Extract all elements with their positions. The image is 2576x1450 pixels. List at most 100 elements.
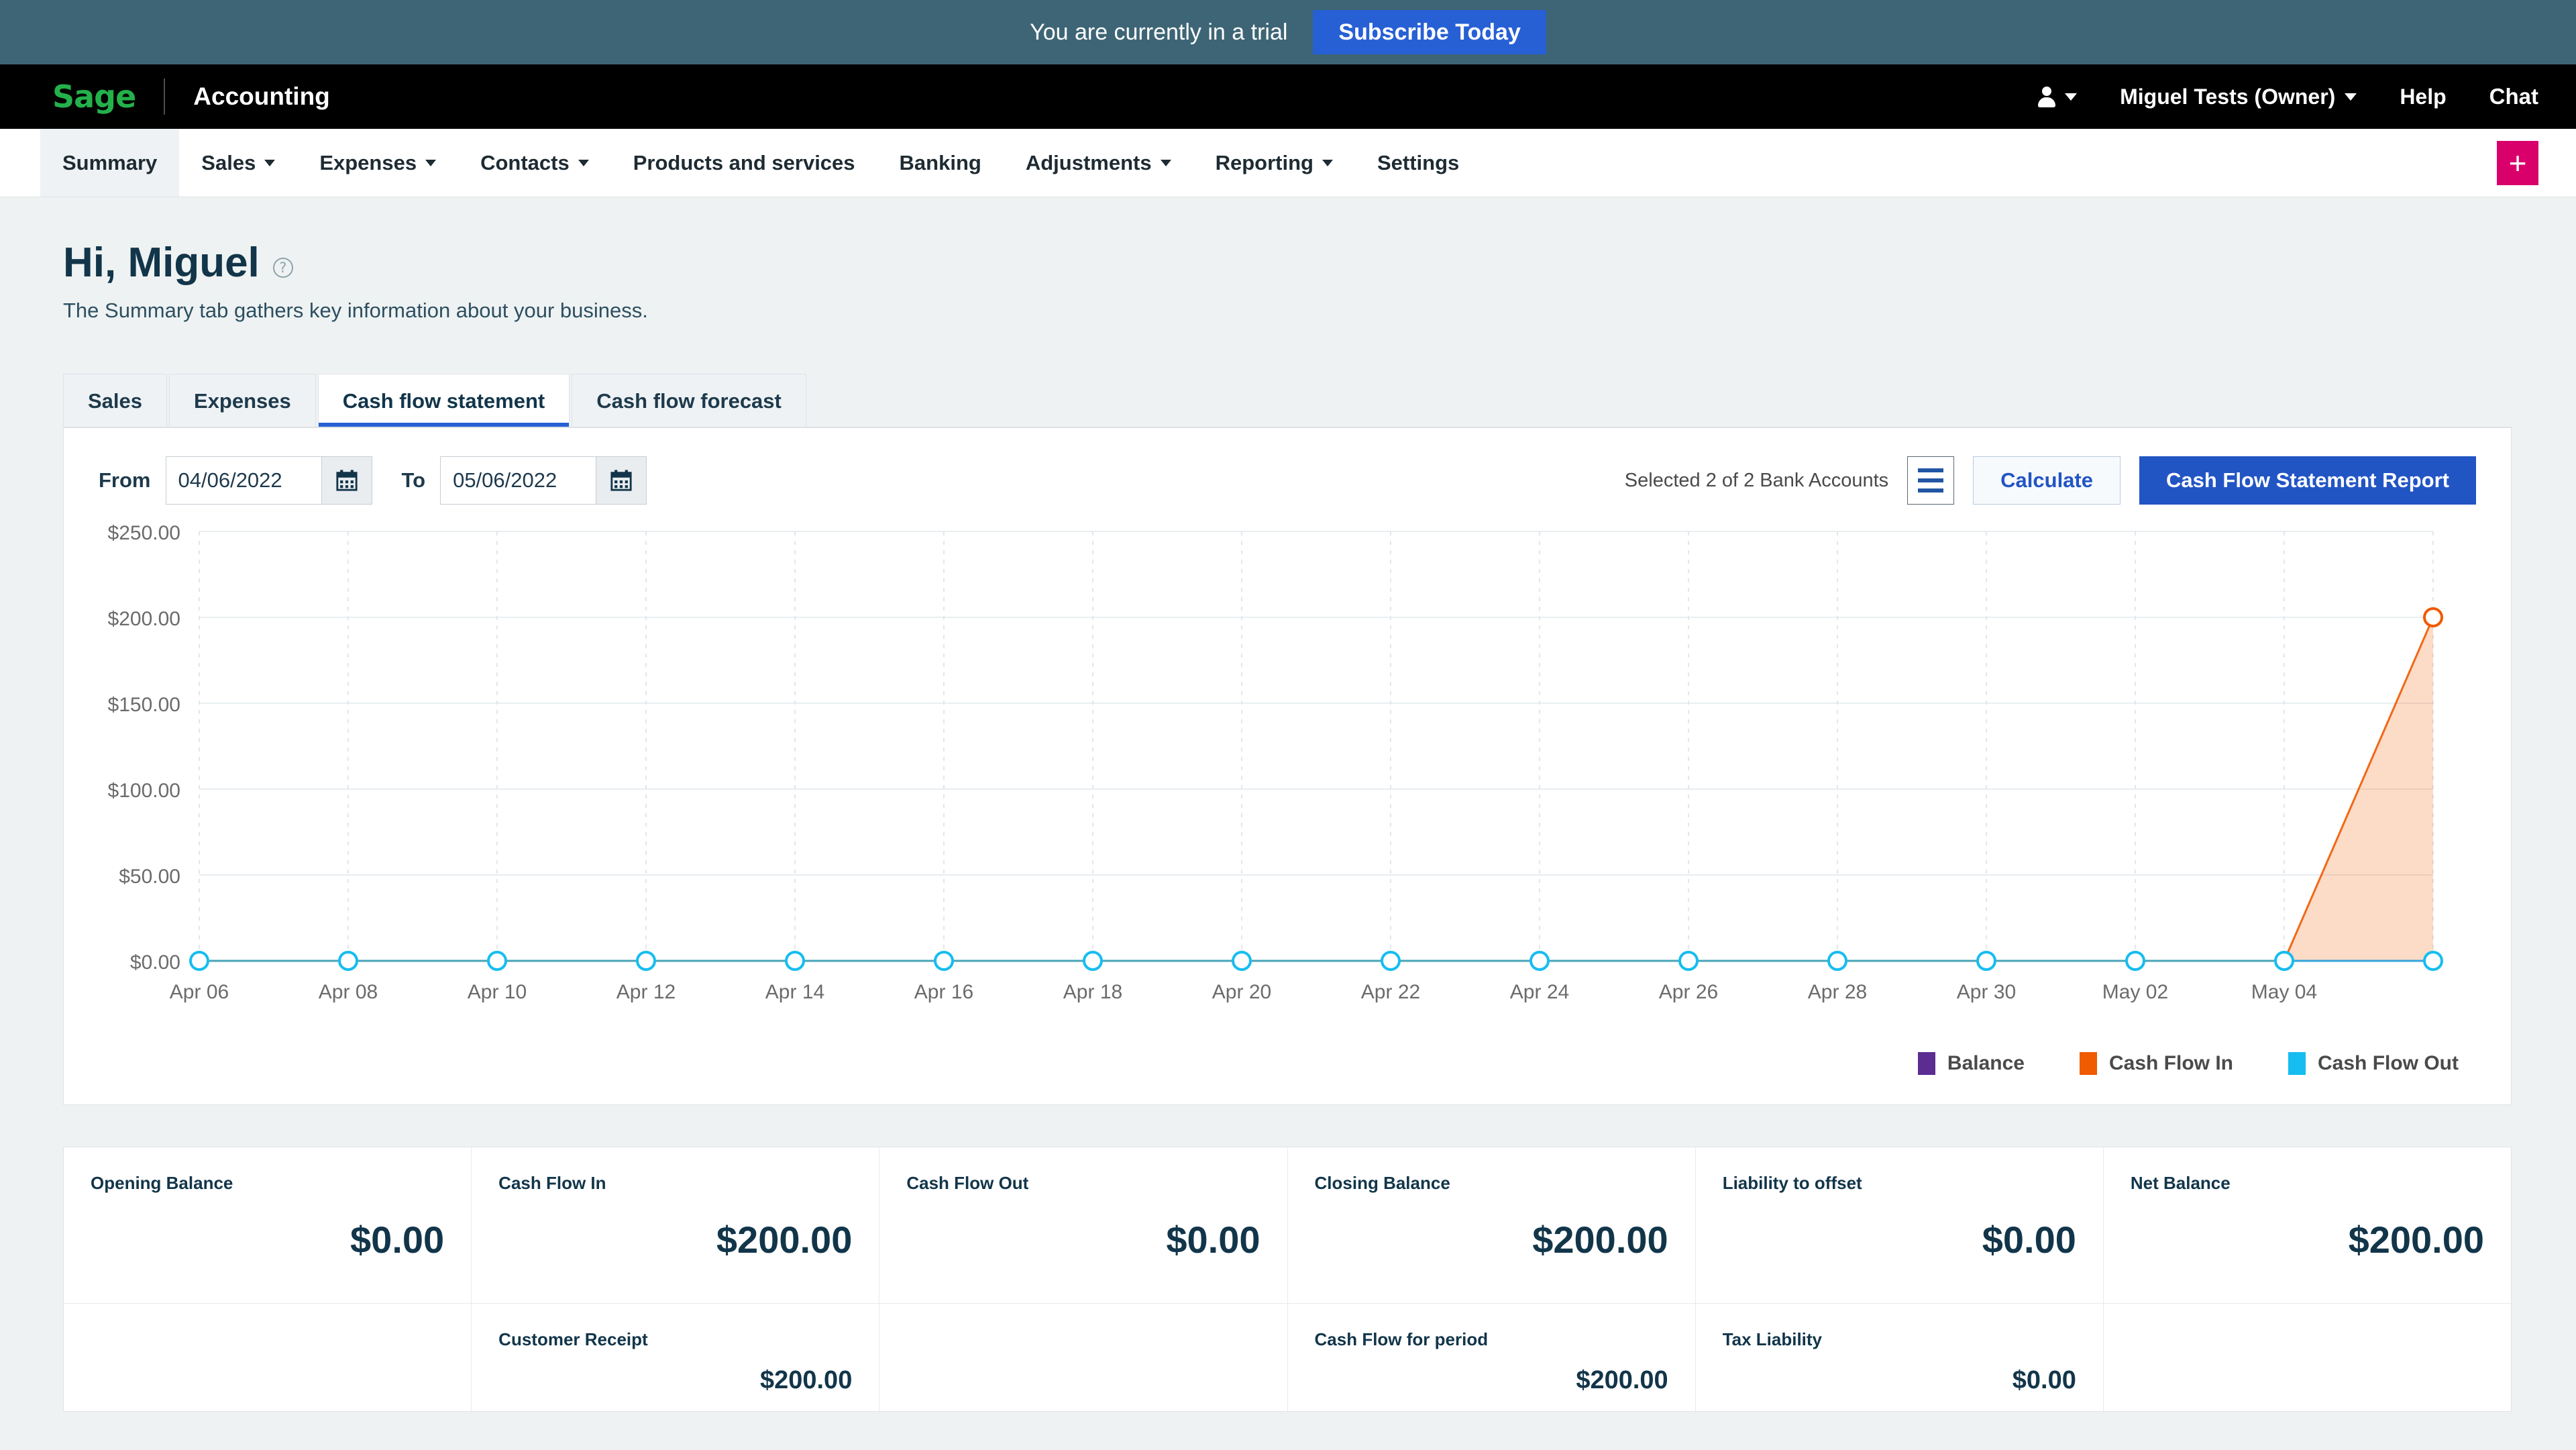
logo-divider bbox=[164, 79, 165, 115]
svg-text:Apr 14: Apr 14 bbox=[765, 981, 824, 1003]
user-menu-label: Miguel Tests (Owner) bbox=[2120, 85, 2335, 109]
chevron-down-icon bbox=[1322, 160, 1333, 166]
from-calendar-button[interactable] bbox=[321, 456, 372, 505]
from-date-input[interactable] bbox=[166, 456, 321, 505]
add-new-button[interactable]: + bbox=[2497, 141, 2538, 185]
help-link[interactable]: Help bbox=[2378, 85, 2467, 109]
svg-text:Apr 28: Apr 28 bbox=[1808, 981, 1867, 1003]
card-net-balance: Net Balance $200.00 bbox=[2104, 1147, 2511, 1303]
nav-item-adjustments[interactable]: Adjustments bbox=[1004, 129, 1193, 197]
nav-item-contacts[interactable]: Contacts bbox=[458, 129, 611, 197]
tab-cash-flow-statement[interactable]: Cash flow statement bbox=[318, 374, 570, 427]
page-title: Hi, Miguel bbox=[63, 239, 260, 287]
card-opening-balance: Opening Balance $0.00 bbox=[64, 1147, 472, 1303]
content-tabs: Sales Expenses Cash flow statement Cash … bbox=[63, 374, 2512, 428]
nav-item-reporting[interactable]: Reporting bbox=[1193, 129, 1355, 197]
chart-svg[interactable]: $0.00$50.00$100.00$150.00$200.00$250.00A… bbox=[99, 518, 2473, 1028]
nav-item-banking[interactable]: Banking bbox=[877, 129, 1004, 197]
nav-item-sales[interactable]: Sales bbox=[179, 129, 297, 197]
app-name-label: Accounting bbox=[193, 83, 329, 111]
calculate-button[interactable]: Calculate bbox=[1973, 456, 2121, 505]
summary-cards-row-2: Customer Receipt $200.00 Cash Flow for p… bbox=[64, 1303, 2511, 1411]
account-menu[interactable] bbox=[2017, 87, 2098, 107]
user-menu[interactable]: Miguel Tests (Owner) bbox=[2098, 85, 2378, 109]
chat-link[interactable]: Chat bbox=[2468, 84, 2538, 109]
hamburger-icon[interactable] bbox=[1907, 456, 1954, 505]
card-tax-liability: Tax Liability $0.00 bbox=[1696, 1304, 2104, 1411]
hamburger-line bbox=[1918, 478, 1943, 482]
svg-text:Apr 24: Apr 24 bbox=[1510, 981, 1569, 1003]
nav-label: Sales bbox=[201, 151, 256, 175]
chevron-down-icon bbox=[2345, 93, 2357, 101]
card-liability-to-offset: Liability to offset $0.00 bbox=[1696, 1147, 2104, 1303]
card-title: Opening Balance bbox=[91, 1173, 444, 1194]
app-header: Sage Accounting Miguel Tests (Owner) Hel… bbox=[0, 64, 2576, 129]
svg-text:$150.00: $150.00 bbox=[108, 694, 180, 716]
card-value: $0.00 bbox=[1723, 1366, 2076, 1395]
to-calendar-button[interactable] bbox=[596, 456, 647, 505]
subscribe-today-button[interactable]: Subscribe Today bbox=[1313, 10, 1546, 54]
from-date-group bbox=[166, 456, 372, 505]
svg-text:May 02: May 02 bbox=[2102, 981, 2168, 1003]
nav-item-expenses[interactable]: Expenses bbox=[297, 129, 458, 197]
to-date-group bbox=[440, 456, 647, 505]
tab-expenses[interactable]: Expenses bbox=[169, 374, 316, 427]
card-title: Cash Flow In bbox=[498, 1173, 852, 1194]
page-body: Hi, Miguel ? The Summary tab gathers key… bbox=[0, 197, 2576, 1412]
chevron-down-icon bbox=[1161, 160, 1171, 166]
nav-label: Banking bbox=[900, 151, 981, 175]
tab-sales[interactable]: Sales bbox=[63, 374, 167, 427]
summary-cards-row-1: Opening Balance $0.00 Cash Flow In $200.… bbox=[64, 1147, 2511, 1303]
legend-item-cash-flow-out[interactable]: Cash Flow Out bbox=[2288, 1052, 2459, 1075]
nav-item-settings[interactable]: Settings bbox=[1355, 129, 1481, 197]
chevron-down-icon bbox=[2065, 93, 2077, 101]
svg-text:Apr 22: Apr 22 bbox=[1361, 981, 1420, 1003]
question-mark-icon[interactable]: ? bbox=[273, 258, 293, 278]
tab-cash-flow-forecast[interactable]: Cash flow forecast bbox=[572, 374, 806, 427]
nav-label: Reporting bbox=[1216, 151, 1313, 175]
to-label: To bbox=[402, 468, 426, 493]
card-empty-2 bbox=[879, 1304, 1287, 1411]
greeting-row: Hi, Miguel ? bbox=[63, 239, 2576, 287]
cash-flow-statement-report-button[interactable]: Cash Flow Statement Report bbox=[2139, 456, 2476, 505]
nav-item-products-and-services[interactable]: Products and services bbox=[611, 129, 877, 197]
card-title: Cash Flow for period bbox=[1315, 1329, 1668, 1350]
card-value: $200.00 bbox=[498, 1218, 852, 1261]
calendar-icon bbox=[335, 468, 358, 493]
card-value: $0.00 bbox=[1723, 1218, 2076, 1261]
legend-swatch bbox=[2288, 1052, 2306, 1075]
legend-item-balance[interactable]: Balance bbox=[1918, 1052, 2025, 1075]
svg-text:Apr 10: Apr 10 bbox=[468, 981, 527, 1003]
card-empty-3 bbox=[2104, 1304, 2511, 1411]
card-title: Liability to offset bbox=[1723, 1173, 2076, 1194]
nav-item-summary[interactable]: Summary bbox=[40, 129, 179, 197]
card-value: $0.00 bbox=[906, 1218, 1260, 1261]
card-empty-1 bbox=[64, 1304, 472, 1411]
nav-label: Summary bbox=[62, 151, 157, 175]
legend-swatch bbox=[1918, 1052, 1935, 1075]
card-cash-flow-for-period: Cash Flow for period $200.00 bbox=[1288, 1304, 1696, 1411]
svg-text:Apr 26: Apr 26 bbox=[1659, 981, 1718, 1003]
svg-text:Apr 18: Apr 18 bbox=[1063, 981, 1122, 1003]
svg-text:Apr 06: Apr 06 bbox=[170, 981, 229, 1003]
trial-banner: You are currently in a trial Subscribe T… bbox=[0, 0, 2576, 64]
chart-controls: From bbox=[64, 428, 2511, 518]
nav-label: Products and services bbox=[633, 151, 855, 175]
card-value: $200.00 bbox=[1315, 1366, 1668, 1395]
header-right-group: Miguel Tests (Owner) Help Chat bbox=[2017, 84, 2576, 109]
to-date-input[interactable] bbox=[440, 456, 596, 505]
sage-logo[interactable]: Sage bbox=[52, 81, 136, 112]
card-title: Customer Receipt bbox=[498, 1329, 852, 1350]
legend-item-cash-flow-in[interactable]: Cash Flow In bbox=[2080, 1052, 2233, 1075]
chevron-down-icon bbox=[264, 160, 275, 166]
svg-text:May 04: May 04 bbox=[2251, 981, 2317, 1003]
nav-label: Settings bbox=[1377, 151, 1459, 175]
svg-text:$200.00: $200.00 bbox=[108, 608, 180, 630]
card-title: Closing Balance bbox=[1315, 1173, 1668, 1194]
svg-text:Apr 16: Apr 16 bbox=[914, 981, 973, 1003]
main-navigation: Summary Sales Expenses Contacts Products… bbox=[0, 129, 2576, 197]
svg-text:$50.00: $50.00 bbox=[119, 866, 180, 888]
person-icon bbox=[2038, 87, 2055, 107]
summary-cards-panel: Opening Balance $0.00 Cash Flow In $200.… bbox=[63, 1147, 2512, 1412]
svg-text:Apr 08: Apr 08 bbox=[319, 981, 378, 1003]
